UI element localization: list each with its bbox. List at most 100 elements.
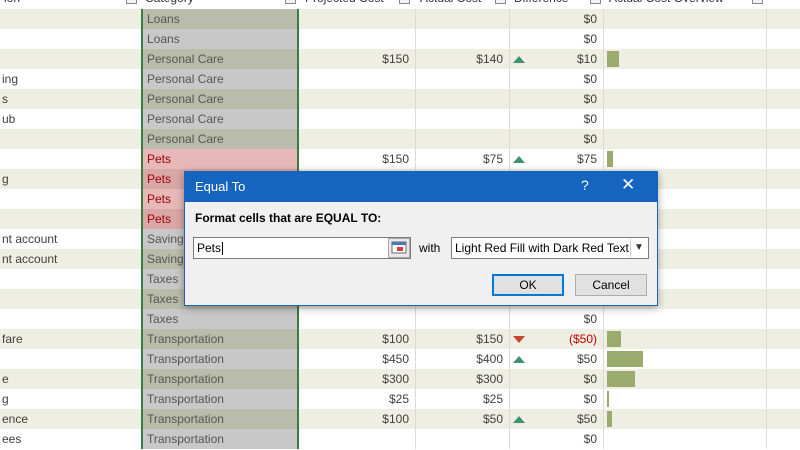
cell-overview[interactable] (605, 409, 767, 429)
cell-category[interactable]: Loans (141, 9, 299, 29)
cell-description[interactable] (0, 149, 141, 169)
cell-difference[interactable]: $0 (526, 369, 604, 389)
cell-difference[interactable]: $0 (526, 309, 604, 329)
cell-category[interactable]: Transportation (141, 429, 299, 449)
cell-category[interactable]: Transportation (141, 369, 299, 389)
cell-description[interactable]: e (0, 369, 141, 389)
cell-projected-cost[interactable] (301, 109, 416, 129)
cell-projected-cost[interactable]: $100 (301, 409, 416, 429)
cell-category[interactable]: Personal Care (141, 49, 299, 69)
cell-actual-cost[interactable]: $140 (416, 49, 510, 69)
equal-to-value-input[interactable]: Pets (193, 237, 411, 259)
help-icon[interactable]: ? (581, 177, 589, 193)
range-picker-button[interactable] (388, 238, 410, 258)
cell-description[interactable] (0, 209, 141, 229)
cell-difference[interactable]: $50 (526, 409, 604, 429)
cell-overview[interactable] (605, 429, 767, 449)
cell-overview[interactable] (605, 9, 767, 29)
cell-category[interactable]: Personal Care (141, 89, 299, 109)
cell-difference[interactable]: $0 (526, 129, 604, 149)
cell-difference[interactable]: $0 (526, 29, 604, 49)
cell-overview[interactable] (605, 129, 767, 149)
cell-category[interactable]: Personal Care (141, 69, 299, 89)
header-actual-cost-overview[interactable]: Actual Cost Overview (605, 0, 750, 9)
cell-overview[interactable] (605, 109, 767, 129)
cell-actual-cost[interactable] (416, 309, 510, 329)
chevron-down-icon[interactable]: ▼ (630, 239, 647, 257)
cancel-button[interactable]: Cancel (575, 274, 647, 296)
cell-difference[interactable]: $10 (526, 49, 604, 69)
cell-actual-cost[interactable]: $75 (416, 149, 510, 169)
cell-difference[interactable]: $0 (526, 89, 604, 109)
cell-actual-cost[interactable]: $150 (416, 329, 510, 349)
cell-description[interactable] (0, 9, 141, 29)
cell-projected-cost[interactable]: $450 (301, 349, 416, 369)
cell-difference[interactable]: ($50) (526, 329, 604, 349)
cell-projected-cost[interactable]: $300 (301, 369, 416, 389)
cell-projected-cost[interactable] (301, 89, 416, 109)
cell-projected-cost[interactable] (301, 69, 416, 89)
cell-actual-cost[interactable] (416, 69, 510, 89)
cell-category[interactable]: Transportation (141, 329, 299, 349)
cell-description[interactable]: fare (0, 329, 141, 349)
cell-actual-cost[interactable] (416, 129, 510, 149)
ok-button[interactable]: OK (492, 274, 564, 296)
cell-overview[interactable] (605, 149, 767, 169)
cell-projected-cost[interactable] (301, 9, 416, 29)
cell-difference[interactable]: $0 (526, 429, 604, 449)
dialog-title-bar[interactable]: Equal To ? ✕ (185, 172, 657, 202)
cell-difference[interactable]: $0 (526, 109, 604, 129)
cell-description[interactable]: ing (0, 69, 141, 89)
cell-actual-cost[interactable] (416, 29, 510, 49)
cell-overview[interactable] (605, 49, 767, 69)
cell-category[interactable]: Taxes (141, 309, 299, 329)
cell-description[interactable] (0, 29, 141, 49)
filter-description-icon[interactable] (126, 0, 137, 4)
cell-difference[interactable]: $0 (526, 9, 604, 29)
cell-projected-cost[interactable] (301, 429, 416, 449)
cell-projected-cost[interactable]: $150 (301, 49, 416, 69)
format-select[interactable]: Light Red Fill with Dark Red Text ▼ (451, 237, 649, 259)
cell-overview[interactable] (605, 29, 767, 49)
cell-projected-cost[interactable] (301, 29, 416, 49)
cell-overview[interactable] (605, 349, 767, 369)
cell-overview[interactable] (605, 69, 767, 89)
cell-overview[interactable] (605, 329, 767, 349)
cell-description[interactable] (0, 289, 141, 309)
cell-description[interactable] (0, 129, 141, 149)
header-description[interactable]: ion (0, 0, 141, 9)
cell-actual-cost[interactable]: $400 (416, 349, 510, 369)
cell-description[interactable]: ub (0, 109, 141, 129)
cell-projected-cost[interactable] (301, 309, 416, 329)
cell-projected-cost[interactable]: $25 (301, 389, 416, 409)
filter-overview-icon[interactable] (752, 0, 763, 4)
cell-overview[interactable] (605, 89, 767, 109)
close-icon[interactable]: ✕ (621, 175, 635, 195)
cell-actual-cost[interactable]: $25 (416, 389, 510, 409)
cell-actual-cost[interactable] (416, 9, 510, 29)
cell-overview[interactable] (605, 309, 767, 329)
cell-description[interactable]: s (0, 89, 141, 109)
cell-actual-cost[interactable] (416, 109, 510, 129)
cell-actual-cost[interactable] (416, 429, 510, 449)
cell-description[interactable]: ees (0, 429, 141, 449)
cell-overview[interactable] (605, 389, 767, 409)
cell-category[interactable]: Pets (141, 149, 299, 169)
cell-description[interactable] (0, 189, 141, 209)
cell-category[interactable]: Transportation (141, 409, 299, 429)
cell-actual-cost[interactable]: $300 (416, 369, 510, 389)
cell-description[interactable] (0, 349, 141, 369)
cell-description[interactable]: nt account (0, 249, 141, 269)
cell-category[interactable]: Loans (141, 29, 299, 49)
cell-category[interactable]: Personal Care (141, 109, 299, 129)
cell-difference[interactable]: $50 (526, 349, 604, 369)
filter-difference-icon[interactable] (590, 0, 601, 4)
cell-projected-cost[interactable]: $150 (301, 149, 416, 169)
filter-actual-cost-icon[interactable] (495, 0, 506, 4)
cell-description[interactable] (0, 269, 141, 289)
cell-category[interactable]: Personal Care (141, 129, 299, 149)
cell-description[interactable]: g (0, 169, 141, 189)
cell-difference[interactable]: $0 (526, 69, 604, 89)
cell-difference[interactable]: $0 (526, 389, 604, 409)
filter-category-icon[interactable] (285, 0, 296, 4)
